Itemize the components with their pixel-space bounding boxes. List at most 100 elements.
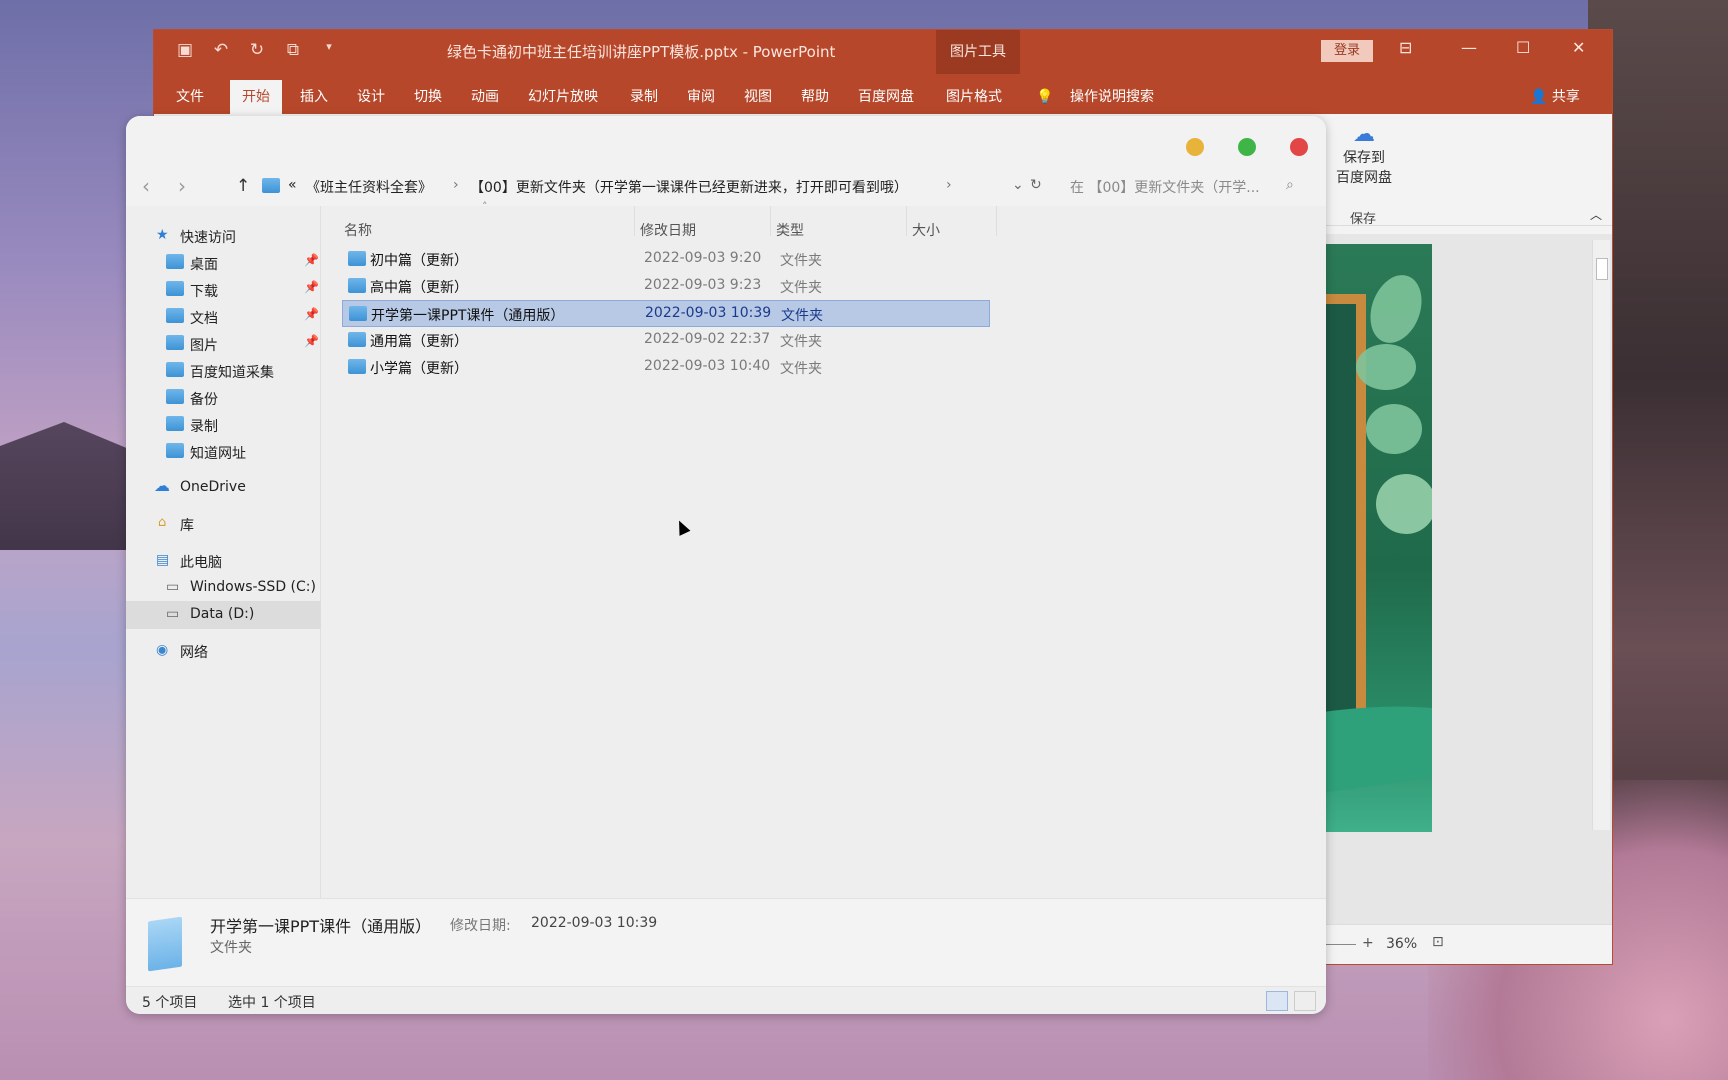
scrollbar-thumb[interactable] [1596,258,1608,280]
network-icon: ◉ [156,642,169,658]
minimize-button[interactable]: — [1461,38,1477,57]
details-date-label: 修改日期: [450,918,511,934]
maximize-dot[interactable] [1238,138,1256,156]
nav-item-pictures[interactable]: 图片 📌 [126,330,321,358]
collapse-ribbon-icon[interactable]: ︿ [1590,206,1602,223]
column-divider[interactable] [906,206,907,236]
forward-icon[interactable]: › [178,174,186,198]
column-divider[interactable] [996,206,997,236]
breadcrumb-overflow[interactable]: « [288,177,297,193]
tab-transitions[interactable]: 切换 [414,80,442,114]
column-header-date[interactable]: 修改日期 [640,220,696,240]
tab-help[interactable]: 帮助 [801,80,829,114]
details-pane: 开学第一课PPT课件（通用版） 修改日期: 2022-09-03 10:39 文… [126,898,1326,986]
details-view-icon[interactable] [1266,991,1288,1011]
file-explorer-window: ‹ › ↑ « 《班主任资料全套》 › 【00】更新文件夹（开学第一课课件已经更… [126,116,1326,1014]
nav-item-label: 百度知道采集 [190,365,274,381]
breadcrumb-part-2[interactable]: 【00】更新文件夹（开学第一课课件已经更新进来，打开即可看到哦） [470,177,908,197]
nav-item-baidu-collect[interactable]: 百度知道采集 [126,357,321,385]
address-dropdown-icon[interactable]: ⌄ [1012,177,1024,193]
table-row-selected[interactable]: 开学第一课PPT课件（通用版） 2022-09-03 10:39 文件夹 [342,300,990,327]
nav-quick-access[interactable]: ★ 快速访问 [126,222,321,250]
nav-item-downloads[interactable]: 下载 📌 [126,276,321,304]
column-divider[interactable] [770,206,771,236]
nav-library[interactable]: ⌂ 库 [126,510,321,538]
explorer-title-bar: ‹ › ↑ « 《班主任资料全套》 › 【00】更新文件夹（开学第一课课件已经更… [126,116,1326,206]
maximize-button[interactable]: ☐ [1516,38,1530,57]
tab-slideshow[interactable]: 幻灯片放映 [528,80,598,114]
fit-slide-icon[interactable]: ⊡ [1432,934,1444,950]
tab-picture-format[interactable]: 图片格式 [946,80,1002,114]
nav-item-label: 知道网址 [190,446,246,462]
breadcrumb-separator[interactable]: › [453,177,459,193]
table-row[interactable]: 初中篇（更新） 2022-09-03 9:20 文件夹 [342,246,990,273]
downloads-folder-icon [166,281,184,296]
search-icon[interactable]: ⌕ [1286,177,1294,193]
save-to-label-2: 百度网盘 [1336,170,1392,186]
leaf-graphic [1361,267,1431,351]
zoom-in-icon[interactable]: + [1362,935,1374,951]
ribbon-display-options-icon[interactable]: ⊟ [1399,38,1412,57]
nav-item-label: 文档 [190,311,218,327]
slide-scrollbar[interactable] [1592,240,1610,830]
nav-item-documents[interactable]: 文档 📌 [126,303,321,331]
tab-animations[interactable]: 动画 [471,80,499,114]
file-date: 2022-09-03 9:20 [644,250,762,266]
zoom-level[interactable]: 36% [1386,936,1417,952]
tell-me-search[interactable]: 操作说明搜索 [1070,80,1154,114]
slideshow-icon[interactable]: ⧉ [282,40,304,60]
person-icon: 👤 [1530,89,1548,105]
tab-design[interactable]: 设计 [357,80,385,114]
tab-home[interactable]: 开始 [230,80,282,114]
large-icons-view-icon[interactable] [1294,991,1316,1011]
tab-baidu-netdisk[interactable]: 百度网盘 [858,80,914,114]
file-date: 2022-09-02 22:37 [644,331,771,347]
minimize-dot[interactable] [1186,138,1204,156]
nav-item-record[interactable]: 录制 [126,411,321,439]
library-icon: ⌂ [158,515,167,530]
nav-drive-d[interactable]: ▭ Data (D:) [126,601,321,629]
tab-review[interactable]: 审阅 [687,80,715,114]
column-header-name[interactable]: 名称 [344,220,372,240]
nav-network[interactable]: ◉ 网络 [126,637,321,665]
close-dot[interactable] [1290,138,1308,156]
tab-record[interactable]: 录制 [630,80,658,114]
table-row[interactable]: 通用篇（更新） 2022-09-02 22:37 文件夹 [342,327,990,354]
save-icon[interactable]: ▣ [174,40,196,60]
column-divider[interactable] [634,206,635,236]
share-button[interactable]: 👤 共享 [1530,80,1580,114]
nav-drive-c[interactable]: ▭ Windows-SSD (C:) [126,574,321,602]
tab-view[interactable]: 视图 [744,80,772,114]
breadcrumb-separator-2[interactable]: › [946,177,952,193]
sort-ascending-icon: ˄ [482,200,488,213]
column-header-size[interactable]: 大小 [912,220,940,240]
breadcrumb-part-1[interactable]: 《班主任资料全套》 [306,177,432,197]
nav-item-zhidao-url[interactable]: 知道网址 [126,438,321,466]
selected-count: 选中 1 个项目 [228,995,316,1011]
back-icon[interactable]: ‹ [142,174,150,198]
nav-this-pc[interactable]: ▤ 此电脑 [126,547,321,575]
table-row[interactable]: 高中篇（更新） 2022-09-03 9:23 文件夹 [342,273,990,300]
tab-insert[interactable]: 插入 [300,80,328,114]
drive-icon: ▭ [166,579,180,595]
redo-icon[interactable]: ↻ [246,40,268,60]
up-arrow-icon[interactable]: ↑ [236,176,250,196]
nav-library-label: 库 [180,518,194,534]
nav-onedrive[interactable]: ☁ OneDrive [126,474,321,502]
nav-item-backup[interactable]: 备份 [126,384,321,412]
column-header-type[interactable]: 类型 [776,220,804,240]
customize-qat-icon[interactable]: ▾ [318,40,340,60]
nav-item-desktop[interactable]: 桌面 📌 [126,249,321,277]
refresh-icon[interactable]: ↻ [1030,177,1042,193]
undo-icon[interactable]: ↶ [210,40,232,60]
search-input[interactable]: 在 【00】更新文件夹（开学... [1070,177,1260,197]
folder-icon [166,362,184,377]
save-to-baidu-button[interactable]: ☁ 保存到 百度网盘 [1322,122,1406,187]
pin-icon: 📌 [304,334,319,348]
login-button[interactable]: 登录 [1321,40,1373,62]
close-button[interactable]: ✕ [1572,38,1585,57]
nav-drive-d-label: Data (D:) [190,606,255,622]
table-row[interactable]: 小学篇（更新） 2022-09-03 10:40 文件夹 [342,354,990,381]
file-date: 2022-09-03 10:39 [645,305,772,321]
tab-file[interactable]: 文件 [176,80,204,114]
